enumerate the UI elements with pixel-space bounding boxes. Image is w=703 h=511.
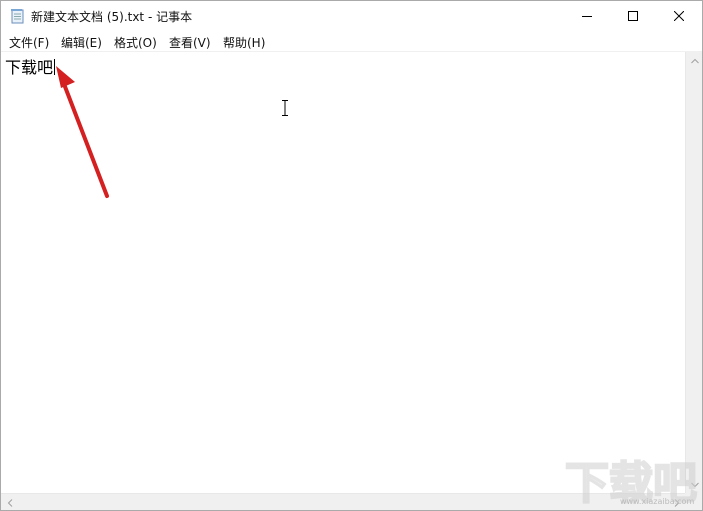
text-cursor-icon [282, 100, 288, 116]
close-icon [674, 11, 684, 21]
editor-content[interactable]: 下载吧 [5, 54, 53, 78]
scroll-left-button[interactable] [1, 494, 18, 511]
chevron-left-icon [7, 498, 12, 507]
close-button[interactable] [656, 1, 702, 31]
window-title: 新建文本文档 (5).txt - 记事本 [31, 10, 193, 24]
red-arrow-annotation [56, 66, 109, 198]
minimize-icon [582, 16, 592, 17]
title-bar[interactable]: 新建文本文档 (5).txt - 记事本 [1, 1, 702, 31]
menu-bar: 文件(F) 编辑(E) 格式(O) 查看(V) 帮助(H) [1, 31, 702, 52]
watermark-url: www.xiazaiba.com [620, 497, 695, 506]
menu-view[interactable]: 查看(V) [169, 34, 211, 51]
vertical-scrollbar[interactable] [685, 52, 702, 493]
menu-file[interactable]: 文件(F) [9, 34, 49, 51]
menu-help[interactable]: 帮助(H) [223, 34, 265, 51]
menu-format[interactable]: 格式(O) [114, 34, 157, 51]
scroll-up-button[interactable] [686, 52, 703, 69]
chevron-up-icon [690, 58, 699, 63]
maximize-icon [628, 11, 638, 21]
maximize-button[interactable] [610, 1, 656, 31]
menu-edit[interactable]: 编辑(E) [61, 34, 102, 51]
minimize-button[interactable] [564, 1, 610, 31]
notepad-icon [11, 9, 24, 24]
